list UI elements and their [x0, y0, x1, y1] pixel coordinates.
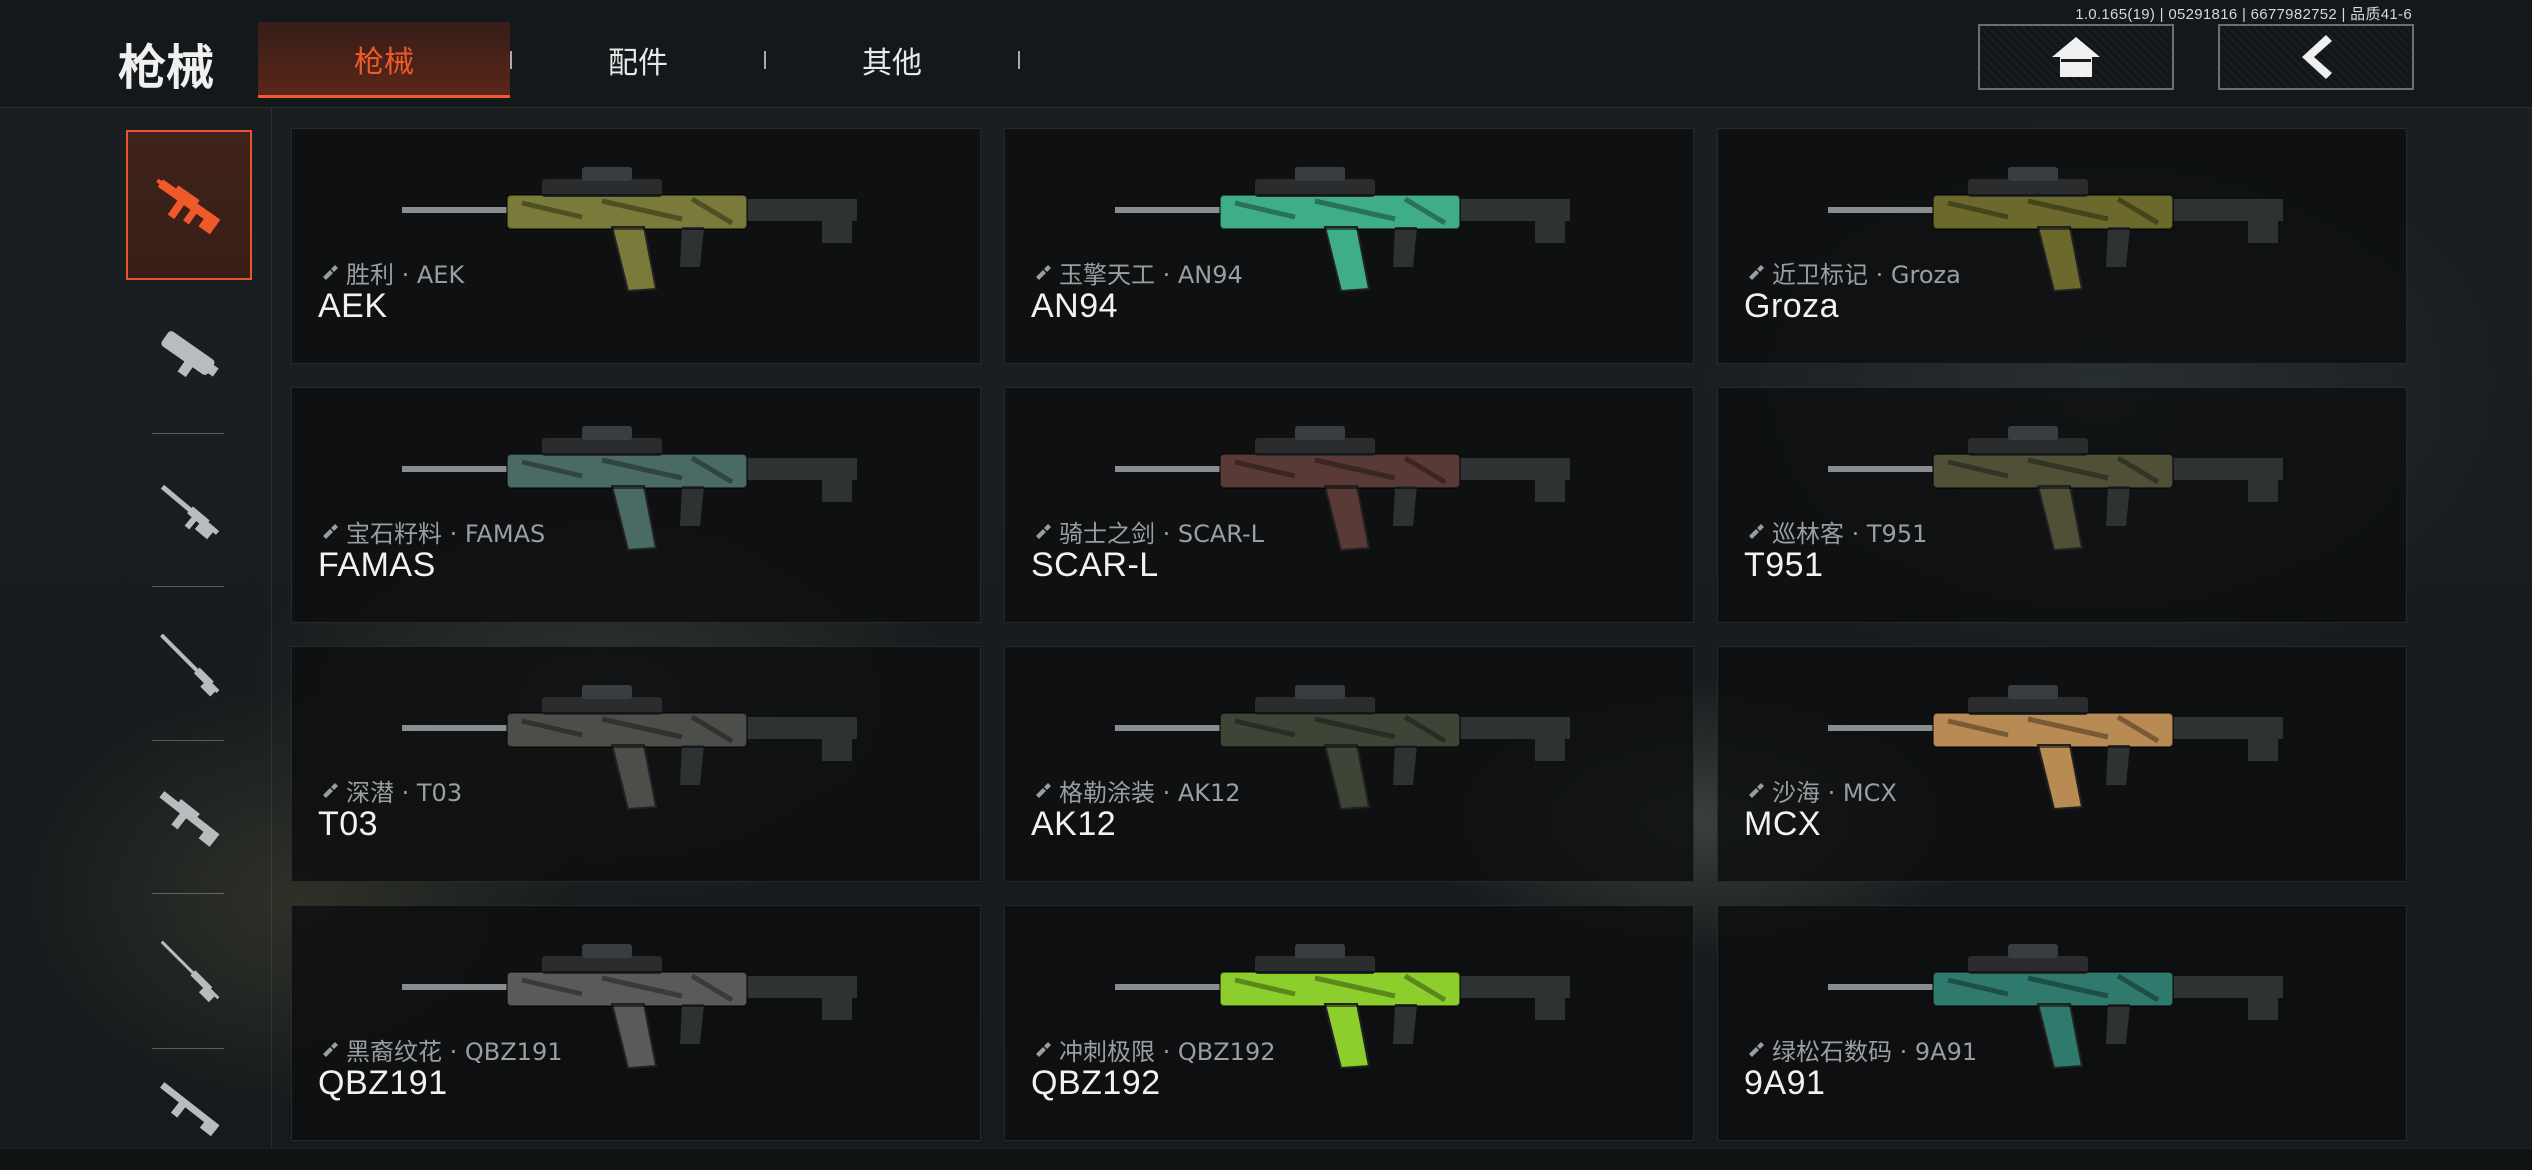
- weapon-skin-text: 冲刺极限 · QBZ192: [1059, 1038, 1276, 1066]
- tab-guns[interactable]: 枪械: [258, 22, 510, 98]
- home-button[interactable]: [1978, 24, 2174, 90]
- weapon-skin-text: 黑裔纹花 · QBZ191: [346, 1038, 563, 1066]
- weapon-card[interactable]: 巡林客 · T951 T951: [1717, 387, 2407, 623]
- brush-icon: [323, 1041, 338, 1057]
- weapon-skin-text: 格勒涂装 · AK12: [1059, 779, 1241, 807]
- weapon-skin-label: 胜利 · AEK: [320, 255, 464, 290]
- home-icon: [2052, 37, 2100, 77]
- category-tabs: 枪械 配件 其他: [258, 22, 1020, 98]
- weapon-card[interactable]: 深潜 · T03 T03: [291, 646, 981, 882]
- weapon-name: FAMAS: [318, 546, 436, 584]
- chevron-left-icon: [2302, 35, 2332, 79]
- weapon-skin-text: 宝石籽料 · FAMAS: [346, 520, 546, 548]
- weapon-skin-label: 深潜 · T03: [320, 773, 462, 808]
- brush-icon: [1749, 264, 1764, 280]
- brush-icon: [1036, 782, 1051, 798]
- weapon-card[interactable]: 宝石籽料 · FAMAS FAMAS: [291, 387, 981, 623]
- weapon-skin-text: 胜利 · AEK: [346, 261, 465, 289]
- brush-icon: [323, 782, 338, 798]
- tab-other[interactable]: 其他: [766, 22, 1018, 98]
- weapon-name: QBZ192: [1031, 1064, 1161, 1102]
- weapon-card[interactable]: 沙海 · MCX MCX: [1717, 646, 2407, 882]
- brush-icon: [1036, 1041, 1051, 1057]
- brush-icon: [1749, 523, 1764, 539]
- category-sniper-rifle[interactable]: [126, 896, 252, 1046]
- weapon-skin-text: 绿松石数码 · 9A91: [1772, 1038, 1978, 1066]
- weapon-card[interactable]: 玉擎天工 · AN94 AN94: [1004, 128, 1694, 364]
- weapon-skin-label: 格勒涂装 · AK12: [1033, 773, 1241, 808]
- rifle-icon: [160, 1082, 220, 1137]
- category-divider: [152, 433, 224, 434]
- weapon-card[interactable]: 骑士之剑 · SCAR-L SCAR-L: [1004, 387, 1694, 623]
- page-title: 枪械: [118, 40, 215, 96]
- category-rifle[interactable]: [126, 1051, 252, 1148]
- category-divider: [152, 893, 224, 894]
- weapon-name: T03: [318, 805, 379, 843]
- category-marksman-rifle[interactable]: [126, 589, 252, 739]
- brush-icon: [323, 264, 338, 280]
- category-lmg[interactable]: [126, 743, 252, 893]
- weapon-category-sidebar: [0, 108, 272, 1148]
- brush-icon: [1036, 523, 1051, 539]
- brush-icon: [1036, 264, 1051, 280]
- weapon-name: AEK: [318, 287, 388, 325]
- weapon-name: T951: [1744, 546, 1824, 584]
- weapon-card[interactable]: 胜利 · AEK AEK: [291, 128, 981, 364]
- smg-icon: [161, 331, 219, 378]
- weapon-name: Groza: [1744, 287, 1840, 325]
- weapon-name: AK12: [1031, 805, 1117, 843]
- weapon-skin-label: 巡林客 · T951: [1746, 514, 1927, 549]
- assault-rifle-icon: [156, 178, 221, 235]
- shotgun-icon: [160, 484, 220, 540]
- lmg-icon: [159, 791, 220, 847]
- weapon-grid: 胜利 · AEK AEK 玉擎天工 · AN94 AN94 近卫标记 · Gro…: [291, 128, 2407, 1141]
- weapon-card[interactable]: 冲刺极限 · QBZ192 QBZ192: [1004, 905, 1694, 1141]
- weapon-skin-label: 冲刺极限 · QBZ192: [1033, 1032, 1276, 1067]
- weapon-name: MCX: [1744, 805, 1822, 843]
- bottom-bar: [0, 1148, 2532, 1170]
- weapon-skin-text: 骑士之剑 · SCAR-L: [1059, 520, 1265, 548]
- category-divider: [152, 740, 224, 741]
- weapon-skin-label: 沙海 · MCX: [1746, 773, 1897, 808]
- marksman-rifle-icon: [160, 633, 220, 697]
- brush-icon: [1749, 782, 1764, 798]
- category-assault-rifle[interactable]: [126, 130, 252, 280]
- weapon-card[interactable]: 黑裔纹花 · QBZ191 QBZ191: [291, 905, 981, 1141]
- weapon-name: SCAR-L: [1031, 546, 1159, 584]
- weapon-card[interactable]: 近卫标记 · Groza Groza: [1717, 128, 2407, 364]
- weapon-card[interactable]: 绿松石数码 · 9A91 9A91: [1717, 905, 2407, 1141]
- version-info: 1.0.165(19) | 05291816 | 6677982752 | 品质…: [2075, 6, 2412, 23]
- category-shotgun[interactable]: [126, 436, 252, 586]
- weapon-card[interactable]: 格勒涂装 · AK12 AK12: [1004, 646, 1694, 882]
- weapon-skin-label: 绿松石数码 · 9A91: [1746, 1032, 1977, 1067]
- tab-attachments[interactable]: 配件: [512, 22, 764, 98]
- weapon-skin-label: 近卫标记 · Groza: [1746, 255, 1961, 290]
- brush-icon: [1749, 1041, 1764, 1057]
- weapon-skin-text: 深潜 · T03: [346, 779, 463, 807]
- weapon-name: AN94: [1031, 287, 1119, 325]
- sniper-rifle-icon: [160, 940, 220, 1003]
- back-button[interactable]: [2218, 24, 2414, 90]
- category-smg[interactable]: [126, 280, 252, 430]
- weapon-skin-label: 黑裔纹花 · QBZ191: [320, 1032, 563, 1067]
- weapon-name: QBZ191: [318, 1064, 448, 1102]
- weapon-skin-text: 巡林客 · T951: [1772, 520, 1928, 548]
- weapon-skin-text: 沙海 · MCX: [1772, 779, 1897, 807]
- weapon-skin-text: 玉擎天工 · AN94: [1059, 261, 1243, 289]
- category-divider: [152, 1048, 224, 1049]
- weapon-skin-label: 玉擎天工 · AN94: [1033, 255, 1243, 290]
- category-divider: [152, 586, 224, 587]
- brush-icon: [323, 523, 338, 539]
- weapon-skin-text: 近卫标记 · Groza: [1772, 261, 1961, 289]
- weapon-name: 9A91: [1744, 1064, 1826, 1102]
- weapon-skin-label: 骑士之剑 · SCAR-L: [1033, 514, 1264, 549]
- tab-divider: [1018, 51, 1020, 69]
- weapon-skin-label: 宝石籽料 · FAMAS: [320, 514, 545, 549]
